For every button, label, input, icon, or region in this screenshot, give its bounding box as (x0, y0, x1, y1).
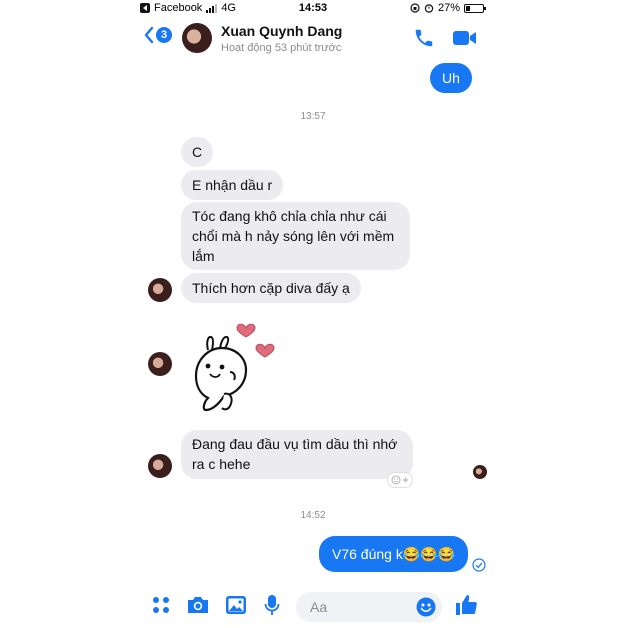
chevron-left-icon (144, 26, 154, 44)
sender-avatar[interactable] (148, 454, 172, 478)
conversation-header: 3 Xuan Quynh Dang Hoạt động 53 phút trướ… (136, 18, 490, 62)
contact-active-status: Hoạt động 53 phút trước (221, 42, 342, 54)
alarm-icon (424, 4, 434, 13)
heart-icon (255, 343, 275, 358)
status-bar: Facebook 4G 14:53 27% (136, 0, 490, 18)
message-incoming[interactable]: E nhận dầu r (181, 170, 284, 200)
emoji-icon[interactable] (416, 597, 436, 617)
sender-avatar[interactable] (148, 352, 172, 376)
message-outgoing[interactable]: Uh (430, 63, 472, 93)
message-incoming-multiline[interactable]: Tóc đang khô chỉa chỉa như cái chổi mà h… (181, 202, 410, 270)
messenger-screen: Facebook 4G 14:53 27% 3 Xuan Quynh Dang … (136, 0, 490, 628)
message-line: Tóc đang khô chỉa chỉa như cái (192, 208, 387, 224)
message-incoming-multiline[interactable]: Đang đau đầu vụ tìm dầu thì nhớ ra c heh… (181, 430, 413, 479)
message-line: ra c hehe (192, 456, 251, 472)
sender-avatar[interactable] (148, 278, 172, 302)
message-incoming[interactable]: Thích hơn cặp diva đấy ạ (181, 273, 361, 303)
contact-avatar[interactable] (182, 23, 212, 53)
bunny-sticker[interactable] (180, 312, 284, 416)
contact-name[interactable]: Xuan Quynh Dang (221, 23, 342, 39)
thumbs-up-icon[interactable] (454, 593, 478, 617)
phone-icon[interactable] (413, 27, 435, 49)
unread-count-badge: 3 (156, 27, 172, 43)
add-reaction-button[interactable] (387, 472, 413, 488)
seen-avatar (473, 465, 487, 479)
composer-toolbar (136, 588, 490, 624)
message-incoming[interactable]: C (181, 137, 214, 167)
battery-icon (464, 3, 486, 13)
video-icon[interactable] (452, 29, 478, 47)
timestamp: 14:52 (300, 510, 326, 521)
apps-icon[interactable] (152, 596, 170, 614)
delivered-check-icon (472, 558, 486, 572)
microphone-icon[interactable] (264, 594, 280, 616)
message-input[interactable] (308, 598, 412, 616)
message-line: chổi mà h nảy sóng lên với mềm (192, 228, 395, 244)
message-input-container (296, 592, 442, 622)
back-button[interactable]: 3 (144, 26, 172, 44)
message-outgoing[interactable]: V76 đúng k😂😂😂 (319, 536, 469, 572)
message-line: lắm (192, 248, 215, 264)
timestamp: 13:57 (300, 111, 326, 122)
message-line: Đang đau đầu vụ tìm dầu thì nhớ (192, 436, 398, 452)
emoji-plus-icon (391, 475, 408, 485)
battery-percent: 27% (437, 2, 460, 14)
image-icon[interactable] (225, 595, 247, 615)
orientation-lock-icon (410, 3, 420, 13)
heart-icon (236, 323, 256, 338)
status-right: 27% (410, 2, 486, 14)
camera-icon[interactable] (186, 595, 210, 615)
